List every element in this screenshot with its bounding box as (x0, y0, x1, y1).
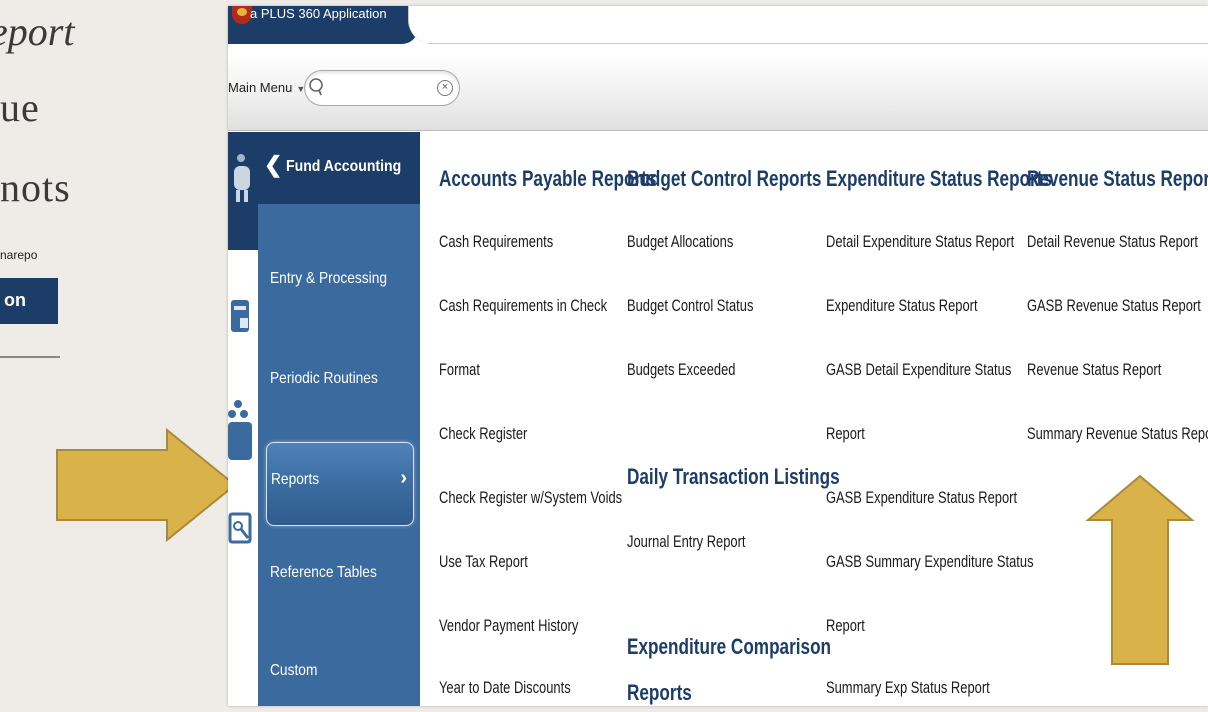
clear-search-icon[interactable]: × (437, 80, 453, 96)
report-link[interactable]: GASB Revenue Status Report (1027, 296, 1201, 316)
nav-item-label: Reports (271, 471, 320, 488)
thumbnail-url-text: narepo (0, 248, 38, 262)
report-link[interactable]: Use Tax Report (439, 552, 528, 572)
thumbnail-banner: on (0, 278, 58, 324)
report-link[interactable]: GASB Summary Expenditure Status (826, 552, 1034, 572)
report-link[interactable]: Report (826, 424, 865, 444)
search-icon (309, 78, 323, 96)
title-bar-divider (428, 43, 1208, 44)
report-link[interactable]: Check Register (439, 424, 527, 444)
nav-item-custom[interactable]: Custom (270, 662, 317, 680)
app-logo-icon (232, 6, 252, 24)
main-menu-label: Main Menu (228, 80, 293, 95)
app-title-bar: a PLUS 360 Application (228, 6, 1208, 44)
chevron-right-icon: › (400, 467, 407, 489)
report-link[interactable]: GASB Detail Expenditure Status (826, 360, 1011, 380)
app-title: a PLUS 360 Application (250, 6, 387, 21)
accounts-payable-reports-heading: Accounts Payable Reports (439, 166, 657, 191)
thumbnail-banner-text: on (4, 290, 26, 310)
report-link[interactable]: GASB Expenditure Status Report (826, 488, 1017, 508)
app-window: a PLUS 360 Application Main Menu ▼ × ❮ F… (228, 6, 1208, 706)
nav-item-reference-tables[interactable]: Reference Tables (270, 564, 377, 582)
budget-control-reports-heading: Budget Control Reports (627, 166, 822, 191)
report-link[interactable]: Format (439, 360, 480, 380)
search-input[interactable]: × (304, 70, 460, 106)
report-link[interactable]: Detail Revenue Status Report (1027, 232, 1198, 252)
expenditure-status-reports-heading: Expenditure Status Reports (826, 166, 1052, 191)
fund-accounting-module-tab[interactable] (228, 132, 258, 250)
report-link[interactable]: Summary Revenue Status Report (1027, 424, 1208, 444)
menu-bar: Main Menu ▼ × (228, 54, 1208, 131)
expenditure-comparison-heading-line-2: Reports (627, 680, 692, 705)
nav-item-periodic-routines[interactable]: Periodic Routines (270, 370, 378, 388)
report-link[interactable]: Budget Allocations (627, 232, 733, 252)
report-link[interactable]: Expenditure Status Report (826, 296, 978, 316)
right-arrow-icon (56, 428, 237, 542)
thumbnail-divider (0, 356, 60, 358)
report-link[interactable]: Year to Date Discounts (439, 678, 571, 698)
revenue-status-reports-heading: Revenue Status Reports (1027, 166, 1208, 191)
report-link[interactable]: Budget Control Status (627, 296, 753, 316)
report-link[interactable]: Detail Expenditure Status Report (826, 232, 1014, 252)
report-link[interactable]: Report (826, 616, 865, 636)
report-link[interactable]: Summary Exp Status Report (826, 678, 990, 698)
nav-title: Fund Accounting (286, 158, 402, 175)
nav-item-reports[interactable]: Reports › (266, 442, 414, 526)
report-link[interactable]: Vendor Payment History (439, 616, 578, 636)
slide-text-line-3: nots (0, 165, 71, 210)
fund-accounting-nav: ❮ Fund Accounting Entry & Processing Per… (258, 132, 420, 706)
daily-transaction-listings-heading: Daily Transaction Listings (627, 464, 840, 489)
expenditure-comparison-heading: Expenditure Comparison (627, 634, 832, 659)
slide-text-line-2: ue (0, 85, 40, 130)
report-link[interactable]: Cash Requirements (439, 232, 553, 252)
users-icon[interactable] (228, 394, 258, 464)
slide-thumbnail: narepo on (0, 238, 60, 398)
card-icon[interactable] (228, 292, 258, 342)
chevron-left-icon[interactable]: ❮ (264, 152, 282, 178)
up-arrow-icon (1085, 474, 1195, 665)
module-icon-strip (228, 132, 258, 706)
report-link[interactable]: Check Register w/System Voids (439, 488, 622, 508)
report-link[interactable]: Journal Entry Report (627, 532, 745, 552)
report-doc-icon[interactable] (228, 506, 258, 556)
nav-header: ❮ Fund Accounting (258, 132, 420, 204)
app-tab[interactable]: a PLUS 360 Application (228, 6, 418, 44)
report-link[interactable]: Budgets Exceeded (627, 360, 735, 380)
piggy-bank-icon (234, 154, 250, 202)
report-link[interactable]: Cash Requirements in Check (439, 296, 607, 316)
report-link[interactable]: Revenue Status Report (1027, 360, 1161, 380)
slide-text-line-1: eport (0, 9, 75, 54)
nav-item-entry-processing[interactable]: Entry & Processing (270, 270, 387, 288)
main-menu-button[interactable]: Main Menu ▼ (228, 80, 305, 95)
